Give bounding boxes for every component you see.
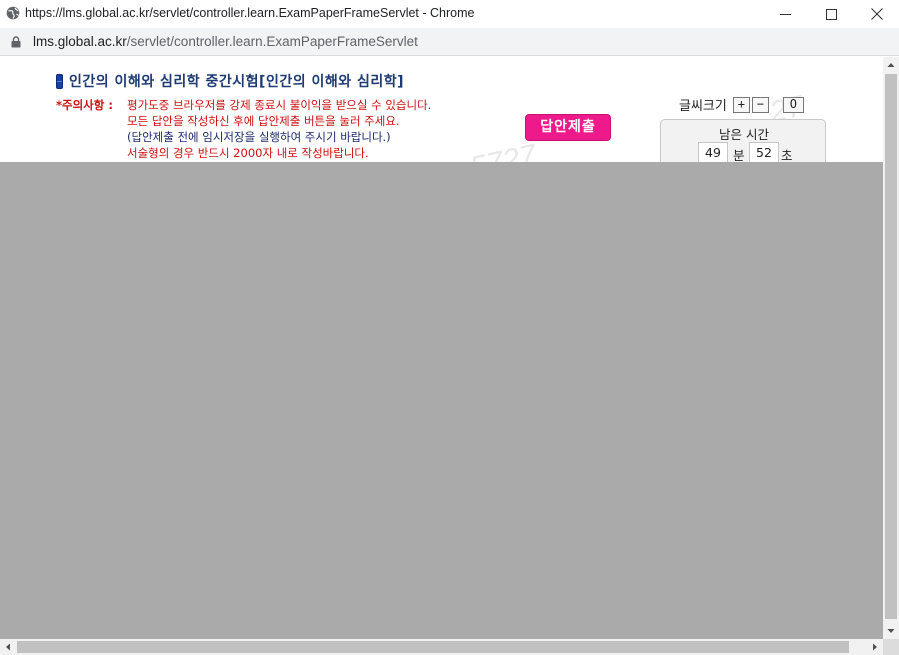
notice-line: 평가도중 브라우저를 강제 종료시 불이익을 받으실 수 있습니다.: [127, 98, 432, 112]
browser-window: https://lms.global.ac.kr/servlet/control…: [0, 0, 899, 655]
notice-line: 모든 답안을 작성하신 후에 답안제출 버튼을 눌러 주세요.: [127, 114, 400, 128]
close-button[interactable]: [854, 0, 899, 28]
font-size-label: 글씨크기: [679, 99, 727, 114]
notice-line: (답안제출 전에 임시저장을 실행하여 주시기 바랍니다.): [127, 130, 391, 144]
scroll-right-icon[interactable]: [867, 639, 883, 655]
scroll-down-icon[interactable]: [883, 623, 899, 639]
globe-icon: [6, 6, 20, 20]
vertical-scroll-thumb[interactable]: [885, 74, 897, 619]
exam-title-row: 인간의 이해와 심리학 중간시험[인간의 이해와 심리학]: [56, 71, 404, 91]
notice-line: 서술형의 경우 반드시 2000자 내로 작성바랍니다.: [127, 146, 369, 160]
address-bar[interactable]: lms.global.ac.kr/servlet/controller.lear…: [0, 28, 899, 56]
scroll-up-icon[interactable]: [883, 57, 899, 73]
maximize-button[interactable]: [808, 0, 854, 28]
url-path: /servlet/controller.learn.ExamPaperFrame…: [126, 34, 418, 49]
timer-minutes: 49: [698, 142, 728, 164]
remaining-time-label: 남은 시간: [719, 127, 769, 142]
submit-answers-button[interactable]: 답안제출: [525, 114, 611, 141]
maximize-icon: [825, 8, 837, 20]
font-decrease-button[interactable]: −: [751, 96, 769, 113]
timer-seconds: 52: [749, 142, 779, 164]
minimize-icon: [779, 13, 791, 15]
close-icon: [871, 8, 883, 20]
scrollbar-corner: [883, 639, 899, 655]
exam-title: 인간의 이해와 심리학 중간시험[인간의 이해와 심리학]: [69, 74, 405, 90]
url-host: lms.global.ac.kr: [33, 34, 127, 49]
vertical-scrollbar[interactable]: [883, 57, 899, 639]
title-bar[interactable]: https://lms.global.ac.kr/servlet/control…: [0, 0, 899, 28]
scroll-left-icon[interactable]: [0, 639, 16, 655]
font-size-controls: 글씨크기 + − O: [679, 95, 806, 114]
horizontal-scrollbar[interactable]: [0, 639, 883, 655]
font-increase-button[interactable]: +: [732, 96, 750, 113]
window-title: https://lms.global.ac.kr/servlet/control…: [25, 6, 475, 20]
lock-icon: [11, 36, 21, 48]
pill-icon: [56, 73, 63, 89]
font-reset-button[interactable]: O: [782, 96, 804, 113]
notice-label: *주의사항 :: [56, 98, 113, 112]
minimize-button[interactable]: [762, 0, 808, 28]
horizontal-scroll-thumb[interactable]: [17, 641, 849, 653]
url-text[interactable]: lms.global.ac.kr/servlet/controller.lear…: [33, 34, 418, 49]
page-content: 5727 27 인간의 이해와 심리학 중간시험[인간의 이해와 심리학] *주…: [0, 57, 883, 639]
gray-overlay: [0, 162, 883, 639]
